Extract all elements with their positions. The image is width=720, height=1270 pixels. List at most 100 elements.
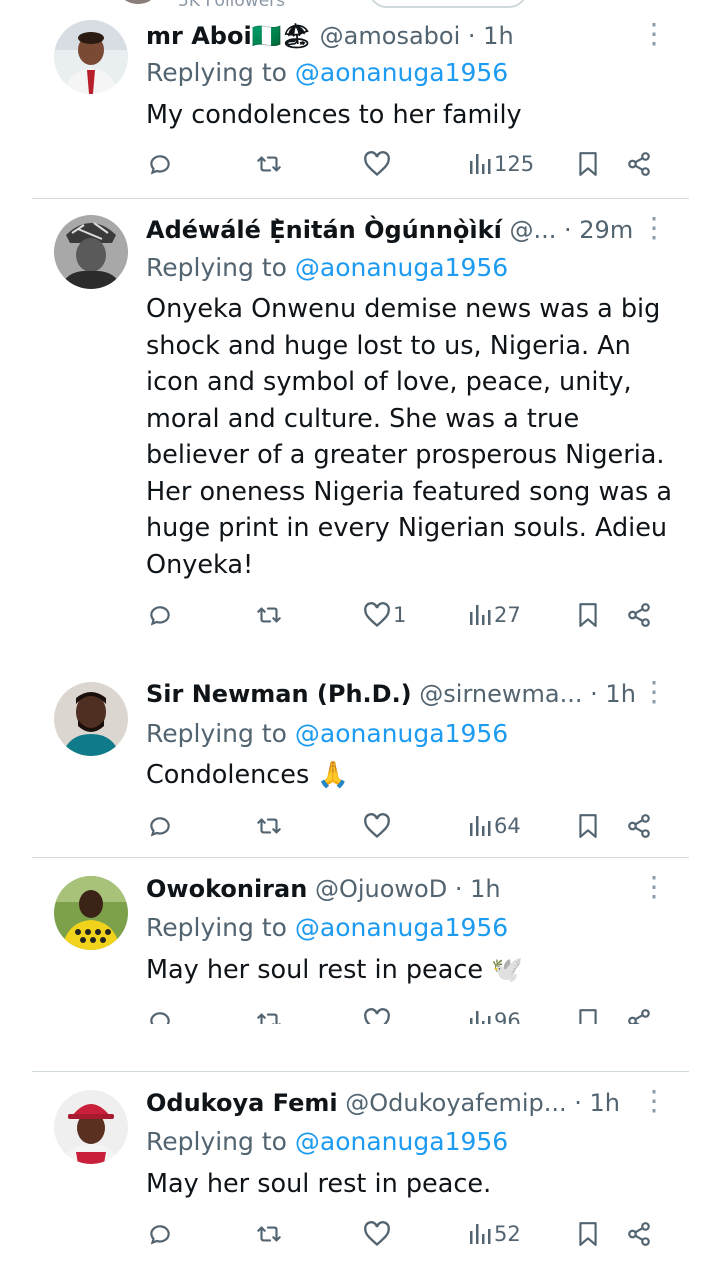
heart-icon [364, 151, 390, 177]
tweet-actions: 96 [0, 1004, 720, 1024]
user-handle[interactable]: @... [509, 216, 556, 244]
share-button[interactable] [626, 809, 652, 843]
mention-link[interactable]: @aonanuga1956 [295, 58, 508, 87]
mention-link[interactable]: @aonanuga1956 [295, 913, 508, 942]
tweet-header: Adéwálé Ẹ̀nitán Ògúnnọ̀ìkí @... · 29m [146, 216, 634, 244]
tweet-text: May her soul rest in peace. [146, 1169, 492, 1199]
avatar[interactable] [54, 876, 128, 950]
share-button[interactable] [626, 147, 652, 181]
avatar[interactable] [54, 1090, 128, 1164]
avatar[interactable] [54, 20, 128, 94]
repost-icon [257, 1226, 281, 1242]
tweet-actions: 52 [0, 1217, 720, 1251]
repost-button[interactable] [254, 1217, 284, 1251]
bookmark-button[interactable] [577, 147, 599, 181]
repost-button[interactable] [254, 809, 284, 843]
views-icon [470, 816, 491, 836]
replying-to: Replying to @aonanuga1956 [146, 253, 509, 282]
views-button[interactable]: 27 [468, 598, 521, 632]
timestamp[interactable]: 1h [483, 22, 513, 50]
tweet-card[interactable]: Adéwálé Ẹ̀nitán Ògúnnọ̀ìkí @... · 29m ⋮ … [0, 199, 720, 649]
heart-icon [364, 813, 390, 839]
tweet-header: Sir Newman (Ph.D.) @sirnewma... · 1h [146, 680, 636, 708]
views-icon [470, 154, 491, 174]
view-count: 125 [494, 152, 535, 176]
share-button[interactable] [626, 1004, 652, 1024]
tweet-card[interactable]: Owokoniran @OjuowoD · 1h ⋮ Replying to @… [0, 858, 720, 1024]
reply-button[interactable] [147, 598, 173, 632]
tweet-card[interactable]: Odukoya Femi @Odukoyafemip... · 1h ⋮ Rep… [0, 1072, 720, 1270]
tweet-card[interactable]: Sir Newman (Ph.D.) @sirnewma... · 1h ⋮ R… [0, 660, 720, 858]
timestamp[interactable]: 29m [579, 216, 633, 244]
mention-link[interactable]: @aonanuga1956 [295, 719, 508, 748]
like-button[interactable] [363, 809, 393, 843]
more-options-icon[interactable]: ⋮ [640, 19, 668, 53]
repost-icon [257, 818, 281, 834]
repost-button[interactable] [254, 1004, 284, 1024]
views-icon [470, 1011, 491, 1024]
bookmark-button[interactable] [577, 809, 599, 843]
share-icon [628, 1222, 650, 1246]
tweet-card-clip: Owokoniran @OjuowoD · 1h ⋮ Replying to @… [0, 858, 720, 1024]
tweet-text: My condolences to her family [146, 100, 522, 130]
tweet-actions: 125 [0, 147, 720, 181]
like-button[interactable] [363, 1004, 393, 1024]
mention-link[interactable]: @aonanuga1956 [295, 1127, 508, 1156]
heart-icon [364, 602, 390, 628]
like-button[interactable] [363, 1217, 393, 1251]
bookmark-icon [579, 603, 597, 627]
user-handle[interactable]: @sirnewma... [419, 680, 582, 708]
avatar[interactable] [54, 682, 128, 756]
display-name[interactable]: Sir Newman (Ph.D.) [146, 680, 412, 708]
timestamp[interactable]: 1h [590, 1089, 620, 1117]
replying-to: Replying to @aonanuga1956 [146, 58, 509, 87]
avatar[interactable] [54, 215, 128, 289]
reply-button[interactable] [147, 1004, 173, 1024]
tweet-text: Condolences 🙏 [146, 760, 350, 790]
tweet-actions: 64 [0, 809, 720, 843]
display-name[interactable]: Owokoniran [146, 875, 307, 903]
more-options-icon[interactable]: ⋮ [640, 677, 668, 711]
bookmark-icon [579, 1222, 597, 1246]
reply-icon [150, 1012, 170, 1024]
more-options-icon[interactable]: ⋮ [640, 213, 668, 247]
replying-to: Replying to @aonanuga1956 [146, 1127, 509, 1156]
views-button[interactable]: 52 [468, 1217, 521, 1251]
more-options-icon[interactable]: ⋮ [640, 872, 668, 906]
user-handle[interactable]: @Odukoyafemip... [345, 1089, 566, 1117]
like-count: 1 [393, 603, 407, 627]
timestamp[interactable]: 1h [605, 680, 635, 708]
display-name[interactable]: Adéwálé Ẹ̀nitán Ògúnnọ̀ìkí [146, 216, 502, 244]
display-name[interactable]: Odukoya Femi [146, 1089, 338, 1117]
reply-icon [150, 817, 170, 837]
display-name[interactable]: mr Aboi🇳🇬🏖 [146, 22, 312, 50]
views-button[interactable]: 64 [468, 809, 521, 843]
views-button[interactable]: 125 [468, 147, 534, 181]
bookmark-icon [579, 1009, 597, 1024]
views-icon [470, 1224, 491, 1244]
bookmark-button[interactable] [577, 1217, 599, 1251]
mention-link[interactable]: @aonanuga1956 [295, 253, 508, 282]
reply-button[interactable] [147, 147, 173, 181]
reply-button[interactable] [147, 1217, 173, 1251]
bookmark-button[interactable] [577, 1004, 599, 1024]
user-handle[interactable]: @OjuowoD [315, 875, 447, 903]
repost-button[interactable] [254, 147, 284, 181]
view-count: 96 [494, 1009, 521, 1024]
bookmark-button[interactable] [577, 598, 599, 632]
repost-button[interactable] [254, 598, 284, 632]
reply-button[interactable] [147, 809, 173, 843]
share-icon [628, 814, 650, 838]
repost-icon [257, 156, 281, 172]
more-options-icon[interactable]: ⋮ [640, 1086, 668, 1120]
share-button[interactable] [626, 1217, 652, 1251]
share-button[interactable] [626, 598, 652, 632]
like-button[interactable] [363, 147, 393, 181]
tweet-card[interactable]: mr Aboi🇳🇬🏖 @amosaboi · 1h ⋮ Replying to … [0, 0, 720, 200]
replying-to: Replying to @aonanuga1956 [146, 719, 509, 748]
like-button[interactable]: 1 [363, 598, 406, 632]
user-handle[interactable]: @amosaboi [320, 22, 461, 50]
timestamp[interactable]: 1h [470, 875, 500, 903]
views-button[interactable]: 96 [468, 1004, 521, 1024]
repost-icon [257, 607, 281, 623]
